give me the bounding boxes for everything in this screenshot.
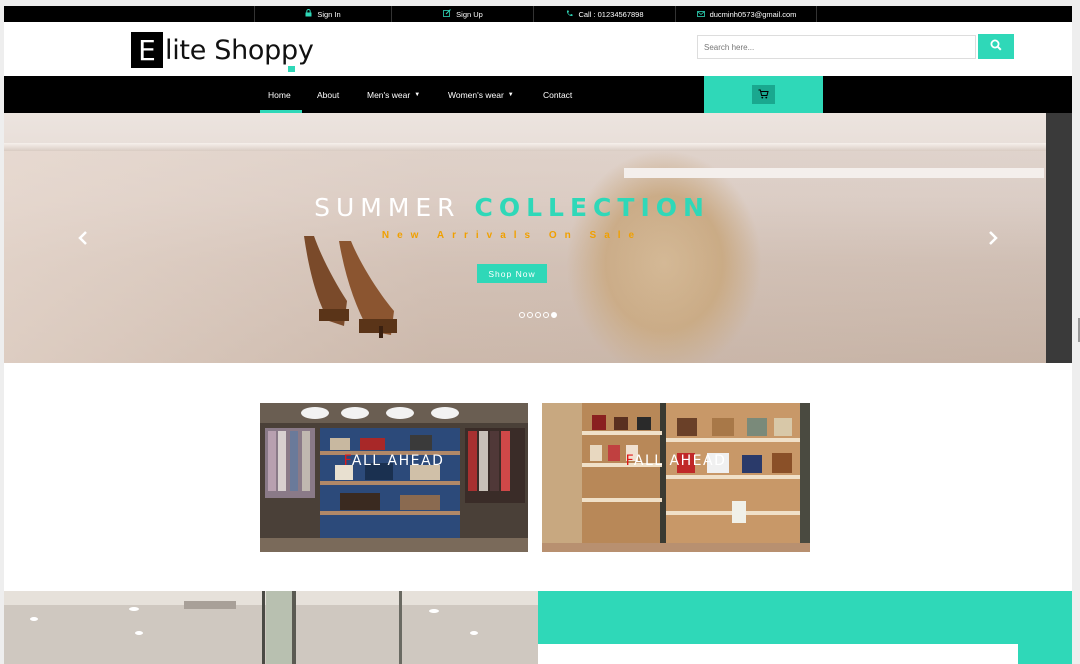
store-interior-image <box>4 591 538 664</box>
hero-shelf <box>624 168 1044 178</box>
banner-title-rest: ALL AHEAD <box>633 453 727 469</box>
feature-card <box>538 644 1018 664</box>
carousel-dot[interactable] <box>535 312 541 318</box>
nav-about[interactable]: About <box>317 76 339 113</box>
cart-icon <box>758 86 769 104</box>
nav-home-label: Home <box>268 89 291 100</box>
carousel-next-button[interactable] <box>988 231 998 250</box>
main-navbar: Home About Men's wear ▼ Women's wear ▼ C… <box>4 76 1072 113</box>
bag-store-image <box>542 403 810 552</box>
shoe-image <box>304 236 397 338</box>
carousel-indicators <box>519 312 557 318</box>
carousel-dot[interactable] <box>527 312 533 318</box>
hero-background <box>4 143 1072 151</box>
search-icon <box>990 39 1002 54</box>
cart-area <box>704 76 823 113</box>
hero-title: SUMMER COLLECTION <box>4 193 1020 222</box>
hero-title-main: SUMMER <box>314 193 475 222</box>
hero-subtitle: New Arrivals On Sale <box>381 230 643 241</box>
nav-contact-label: Contact <box>543 89 573 100</box>
sign-up-link[interactable]: Sign Up <box>393 6 534 22</box>
banner-title-first-letter: F <box>625 453 634 469</box>
caret-down-icon: ▼ <box>507 91 514 98</box>
phone-icon <box>566 10 573 19</box>
hero-wall <box>4 151 1072 363</box>
carousel-dot-active[interactable] <box>551 312 557 318</box>
shop-now-button[interactable]: Shop Now <box>477 264 547 283</box>
chevron-left-icon <box>78 231 88 249</box>
lock-icon <box>305 9 312 19</box>
promo-banner-clothing[interactable]: FALL AHEAD <box>260 403 528 552</box>
mail-icon <box>696 10 705 19</box>
banner-title: FALL AHEAD <box>542 453 810 469</box>
banner-title: FALL AHEAD <box>260 453 528 469</box>
hero-pillar <box>1046 113 1072 363</box>
edit-icon <box>443 9 452 19</box>
hero-title-accent: COLLECTION <box>474 193 710 222</box>
email-label: ducminh0573@gmail.com <box>709 9 797 19</box>
cart-button[interactable] <box>752 85 775 104</box>
call-label: Call : 01234567898 <box>578 9 644 19</box>
clothing-store-image <box>260 403 528 552</box>
carousel-dot[interactable] <box>519 312 525 318</box>
nav-about-label: About <box>317 89 340 100</box>
nav-mens-wear-label: Men's wear <box>367 89 411 100</box>
nav-womens-wear[interactable]: Women's wear ▼ <box>448 76 514 113</box>
nav-mens-wear[interactable]: Men's wear ▼ <box>367 76 420 113</box>
carousel-prev-button[interactable] <box>78 231 88 250</box>
call-info: Call : 01234567898 <box>535 6 676 22</box>
sign-in-label: Sign In <box>317 9 341 19</box>
sign-up-label: Sign Up <box>456 9 483 19</box>
promo-banner-bags[interactable]: FALL AHEAD <box>542 403 810 552</box>
logo-accent-mark <box>288 66 295 72</box>
page: Sign In Sign Up Call : 01234567898 ducmi… <box>4 6 1072 664</box>
nav-contact[interactable]: Contact <box>543 76 572 113</box>
logo-text: lite Shoppy <box>165 34 314 66</box>
search-input[interactable] <box>697 35 976 59</box>
caret-down-icon: ▼ <box>414 91 421 98</box>
top-info-bar: Sign In Sign Up Call : 01234567898 ducmi… <box>4 6 1072 22</box>
email-link[interactable]: ducminh0573@gmail.com <box>677 6 817 22</box>
sign-in-link[interactable]: Sign In <box>254 6 392 22</box>
chevron-right-icon <box>988 231 998 249</box>
nav-womens-wear-label: Women's wear <box>448 89 504 100</box>
banner-title-first-letter: F <box>343 453 352 469</box>
nav-home[interactable]: Home <box>268 76 291 113</box>
hero-carousel: SUMMER COLLECTION New Arrivals On Sale S… <box>4 113 1072 363</box>
site-logo[interactable]: E lite Shoppy <box>131 31 314 69</box>
carousel-dot[interactable] <box>543 312 549 318</box>
logo-letter-box: E <box>131 32 163 68</box>
search-button[interactable] <box>978 34 1014 59</box>
teal-feature-panel <box>538 591 1072 664</box>
banner-title-rest: ALL AHEAD <box>351 453 445 469</box>
